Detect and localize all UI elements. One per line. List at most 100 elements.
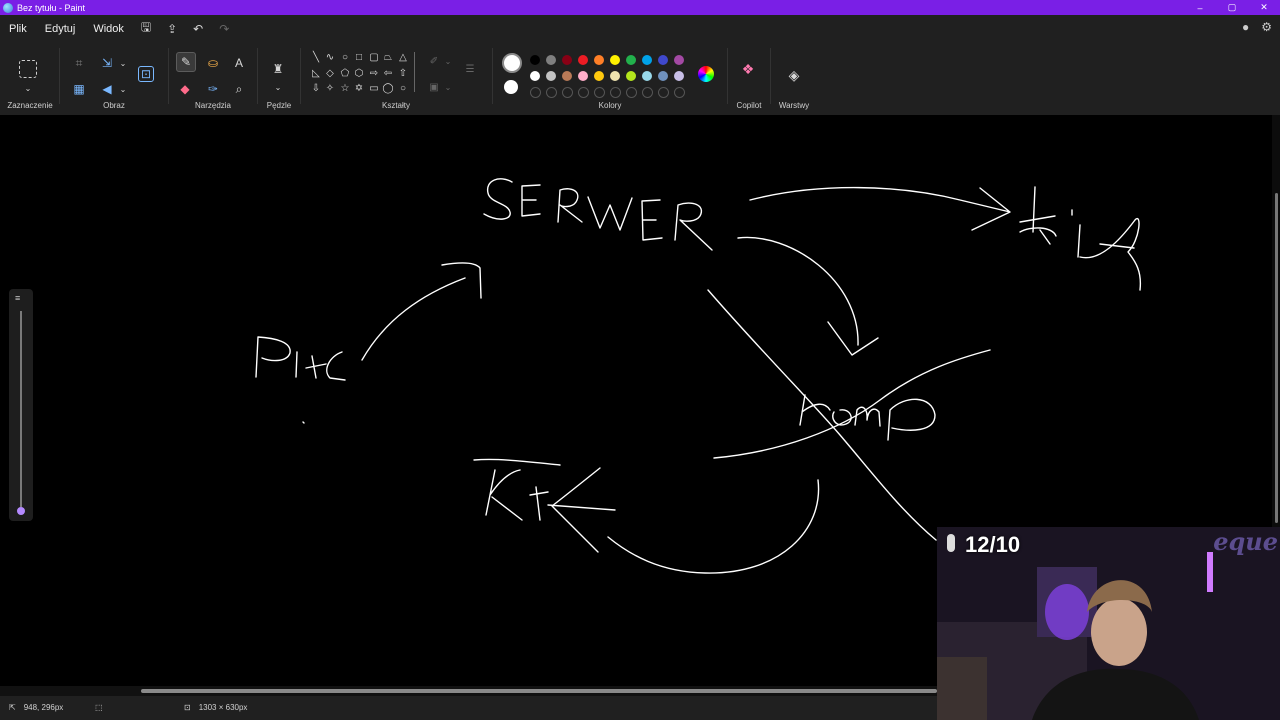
undo-icon[interactable]: ↶ [193,22,203,36]
rounded-rectangle-shape-icon[interactable]: ▢ [368,52,380,64]
oval-shape-icon[interactable]: ○ [339,52,351,64]
color-swatch[interactable] [658,71,668,81]
secondary-color[interactable] [504,80,518,94]
text-icon[interactable]: A [230,54,248,72]
color-swatch[interactable] [626,71,636,81]
color-swatch[interactable] [562,55,572,65]
brushes-chevron-icon[interactable]: ⌄ [269,78,287,96]
vertical-scrollbar-thumb[interactable] [1275,193,1278,523]
custom-color-slot[interactable] [642,87,653,98]
cursor-position: 948, 296px [23,703,64,712]
polygon-shape-icon[interactable]: ⏢ [382,52,394,64]
custom-color-slot[interactable] [562,87,573,98]
custom-color-slot[interactable] [546,87,557,98]
custom-color-slot[interactable] [578,87,589,98]
select-rectangle-icon[interactable] [19,60,37,78]
custom-color-slot[interactable] [594,87,605,98]
custom-color-slot[interactable] [658,87,669,98]
zoom-slider-handle[interactable] [17,507,25,515]
layers-icon[interactable]: ◈ [785,66,803,84]
custom-color-slot[interactable] [626,87,637,98]
remove-background-icon[interactable]: ▦ [70,80,88,98]
chevron-down-icon[interactable]: ⌄ [19,79,37,97]
callout-rect-shape-icon[interactable]: ▭ [368,83,380,95]
brush-icon[interactable]: ♜ [269,60,287,78]
color-swatch[interactable] [642,55,652,65]
custom-color-slot[interactable] [610,87,621,98]
hexagon-shape-icon[interactable]: ⬡ [353,68,365,80]
fill-chevron-icon[interactable]: ⌄ [442,82,454,94]
horizontal-scrollbar-thumb[interactable] [141,689,937,693]
star6-shape-icon[interactable]: ✡ [353,83,365,95]
horizontal-scrollbar[interactable] [0,686,937,696]
size-icon[interactable]: ☰ [464,64,476,76]
rectangle-shape-icon[interactable]: □ [353,52,365,64]
color-swatch[interactable] [594,71,604,81]
arrow-left-shape-icon[interactable]: ⇦ [382,68,394,80]
zoom-slider-track[interactable] [20,311,22,507]
zoom-slider[interactable]: ≡ [9,289,33,521]
crop-icon[interactable]: ⌗ [70,54,88,72]
callout-cloud-shape-icon[interactable]: ○ [397,83,409,95]
maximize-button[interactable]: ▢ [1216,0,1248,15]
outline-chevron-icon[interactable]: ⌄ [442,56,454,68]
color-swatch[interactable] [674,55,684,65]
settings-gear-icon[interactable]: ⚙ [1261,20,1272,34]
color-swatch[interactable] [562,71,572,81]
redo-icon[interactable]: ↷ [219,22,229,36]
curve-shape-icon[interactable]: ∿ [324,52,336,64]
copilot-icon[interactable]: ❖ [739,60,757,78]
diamond-shape-icon[interactable]: ◇ [324,68,336,80]
menu-file[interactable]: Plik [0,23,36,35]
color-swatch[interactable] [530,71,540,81]
color-swatch[interactable] [610,71,620,81]
callout-oval-shape-icon[interactable]: ◯ [382,83,394,95]
colors-group: Kolory [494,46,726,112]
drawing-word-gra [1019,186,1142,291]
fill-icon[interactable]: ▣ [428,82,440,94]
eraser-icon[interactable]: ◆ [176,80,194,98]
custom-color-slot[interactable] [674,87,685,98]
color-swatch[interactable] [546,71,556,81]
image-group: ⌗ ⇲ ⌄ ⊡ ▦ ◀ ⌄ Obraz [62,46,166,112]
right-triangle-shape-icon[interactable]: ◺ [310,68,322,80]
save-icon[interactable]: 🖫 [141,18,151,39]
star5-shape-icon[interactable]: ☆ [339,83,351,95]
pencil-icon[interactable]: ✎ [176,52,196,72]
edit-colors-icon[interactable] [698,66,714,82]
pentagon-shape-icon[interactable]: ⬠ [339,68,351,80]
custom-color-slot[interactable] [530,87,541,98]
image-select-icon[interactable]: ⊡ [138,66,154,82]
color-swatch[interactable] [610,55,620,65]
arrow-down-shape-icon[interactable]: ⇩ [310,83,322,95]
star4-shape-icon[interactable]: ✧ [324,83,336,95]
color-swatch[interactable] [642,71,652,81]
color-swatch[interactable] [530,55,540,65]
color-swatch[interactable] [626,55,636,65]
flip-chevron-icon[interactable]: ⌄ [114,80,132,98]
resize-chevron-icon[interactable]: ⌄ [114,54,132,72]
arrow-up-shape-icon[interactable]: ⇧ [397,68,409,80]
line-shape-icon[interactable]: ╲ [310,52,322,64]
color-swatch[interactable] [594,55,604,65]
triangle-shape-icon[interactable]: △ [397,52,409,64]
color-picker-icon[interactable]: ✑ [204,80,222,98]
arrow-serwer-to-komp [737,236,879,356]
minimize-button[interactable]: – [1184,0,1216,15]
menu-view[interactable]: Widok [84,23,133,35]
color-swatch[interactable] [546,55,556,65]
close-button[interactable]: ✕ [1248,0,1280,15]
fill-bucket-icon[interactable]: ⛀ [204,54,222,72]
arrow-right-shape-icon[interactable]: ⇨ [368,68,380,80]
color-swatch[interactable] [578,55,588,65]
primary-color[interactable] [502,53,522,73]
color-swatch[interactable] [578,71,588,81]
color-swatch[interactable] [674,71,684,81]
account-icon[interactable]: ● [1242,20,1249,34]
outline-icon[interactable]: ✐ [428,56,440,68]
magnifier-icon[interactable]: ⌕ [230,80,248,98]
menu-edit[interactable]: Edytuj [36,23,85,35]
color-swatch[interactable] [658,55,668,65]
share-icon[interactable]: ⇪ [167,22,177,36]
window-title: Bez tytułu - Paint [17,2,86,13]
